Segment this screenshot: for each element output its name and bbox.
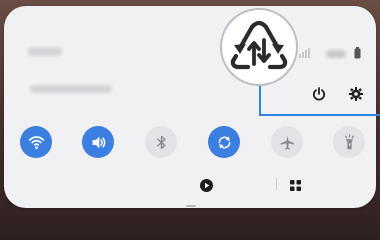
bottom-bar-divider [276,178,277,190]
bluetooth-icon [156,135,166,149]
gear-icon[interactable] [348,86,364,102]
clock-time [28,47,62,56]
wifi-toggle[interactable] [20,126,52,158]
media-output-button[interactable] [200,178,219,192]
quick-panel [4,6,376,208]
callout-magnifier [220,8,298,86]
data-saver-icon[interactable] [230,20,288,74]
panel-drag-handle[interactable] [186,205,196,207]
wifi-icon [28,135,44,149]
flashlight-icon [344,133,354,149]
airplane-mode-toggle[interactable] [271,126,303,158]
callout-line-vertical [259,86,261,116]
power-icon[interactable] [311,86,327,102]
airplane-icon [280,135,294,150]
sound-toggle[interactable] [82,126,114,158]
auto-rotate-toggle[interactable] [208,126,240,158]
devices-button[interactable] [290,178,307,192]
battery-icon [354,47,361,59]
signal-icon [299,48,310,58]
play-icon [200,178,213,192]
flashlight-toggle[interactable] [333,126,365,158]
sound-icon [92,136,105,148]
quick-settings-row [0,126,380,162]
status-percentage [326,50,346,58]
auto-rotate-icon [218,136,230,148]
date-text [30,85,112,93]
devices-grid-icon [290,179,301,191]
bluetooth-toggle[interactable] [145,126,177,158]
callout-line-horizontal [259,114,380,116]
